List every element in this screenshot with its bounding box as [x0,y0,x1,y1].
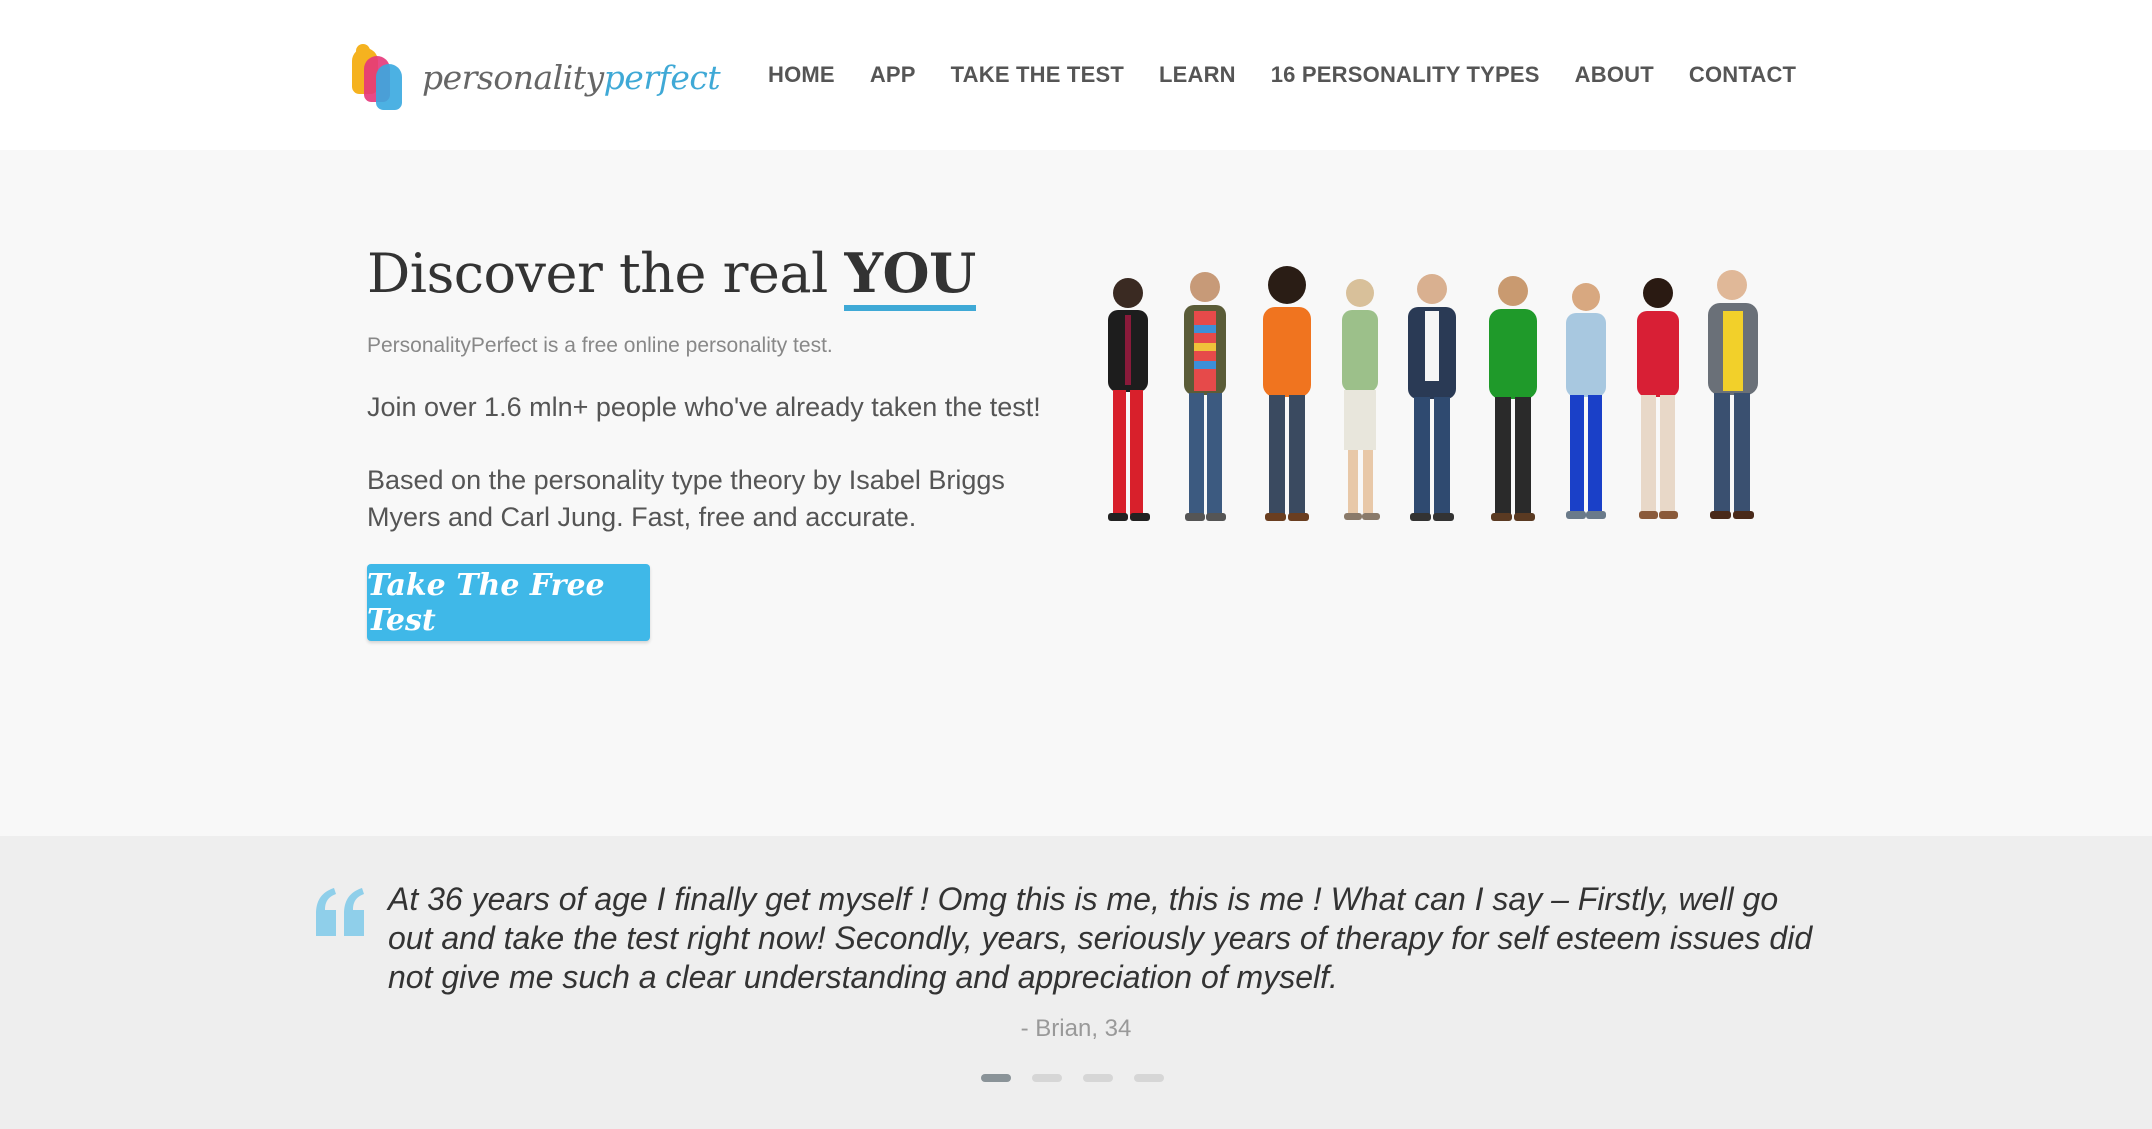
site-logo[interactable]: personalityperfect [352,44,721,110]
carousel-pagination [981,1074,1164,1082]
testimonial-quote: At 36 years of age I finally get myself … [388,881,1813,995]
nav-take-the-test[interactable]: TAKE THE TEST [951,62,1124,88]
take-free-test-button[interactable]: Take The Free Test [367,564,650,641]
carousel-dot-4[interactable] [1134,1074,1164,1082]
logo-wordmark: personalityperfect [422,57,721,97]
person-figure [1489,276,1537,521]
hero-title: Discover the real YOU [367,241,976,311]
logo-mark-icon [352,44,408,110]
hero-section [0,150,2152,836]
carousel-dot-1[interactable] [981,1074,1011,1082]
nav-16-personality-types[interactable]: 16 PERSONALITY TYPES [1271,62,1540,88]
carousel-dot-3[interactable] [1083,1074,1113,1082]
person-figure [1637,278,1679,519]
nav-about[interactable]: ABOUT [1575,62,1654,88]
site-header: personalityperfect HOME APP TAKE THE TES… [0,0,2152,150]
person-figure [1342,279,1380,520]
person-figure [1566,283,1606,519]
people-group-image [1108,266,1758,521]
logo-word-part2: perfect [603,57,721,97]
hero-title-emphasis: YOU [844,241,976,311]
carousel-dot-2[interactable] [1032,1074,1062,1082]
person-figure [1108,278,1150,521]
logo-word-part1: personality [422,57,604,97]
nav-contact[interactable]: CONTACT [1689,62,1796,88]
hero-based-text: Based on the personality type theory by … [367,465,1005,532]
hero-title-prefix: Discover the real [367,242,845,305]
main-nav: HOME APP TAKE THE TEST LEARN 16 PERSONAL… [768,62,1831,88]
testimonial-author: - Brian, 34 [1020,1015,1132,1042]
person-figure [1184,272,1226,521]
quote-icon [316,888,364,936]
person-figure [1263,266,1311,521]
nav-home[interactable]: HOME [768,62,835,88]
nav-app[interactable]: APP [870,62,916,88]
person-figure [1408,274,1456,521]
hero-subtitle: PersonalityPerfect is a free online pers… [367,334,833,357]
hero-join-text: Join over 1.6 mln+ people who've already… [367,392,1041,422]
person-figure [1708,270,1758,519]
nav-learn[interactable]: LEARN [1159,62,1236,88]
